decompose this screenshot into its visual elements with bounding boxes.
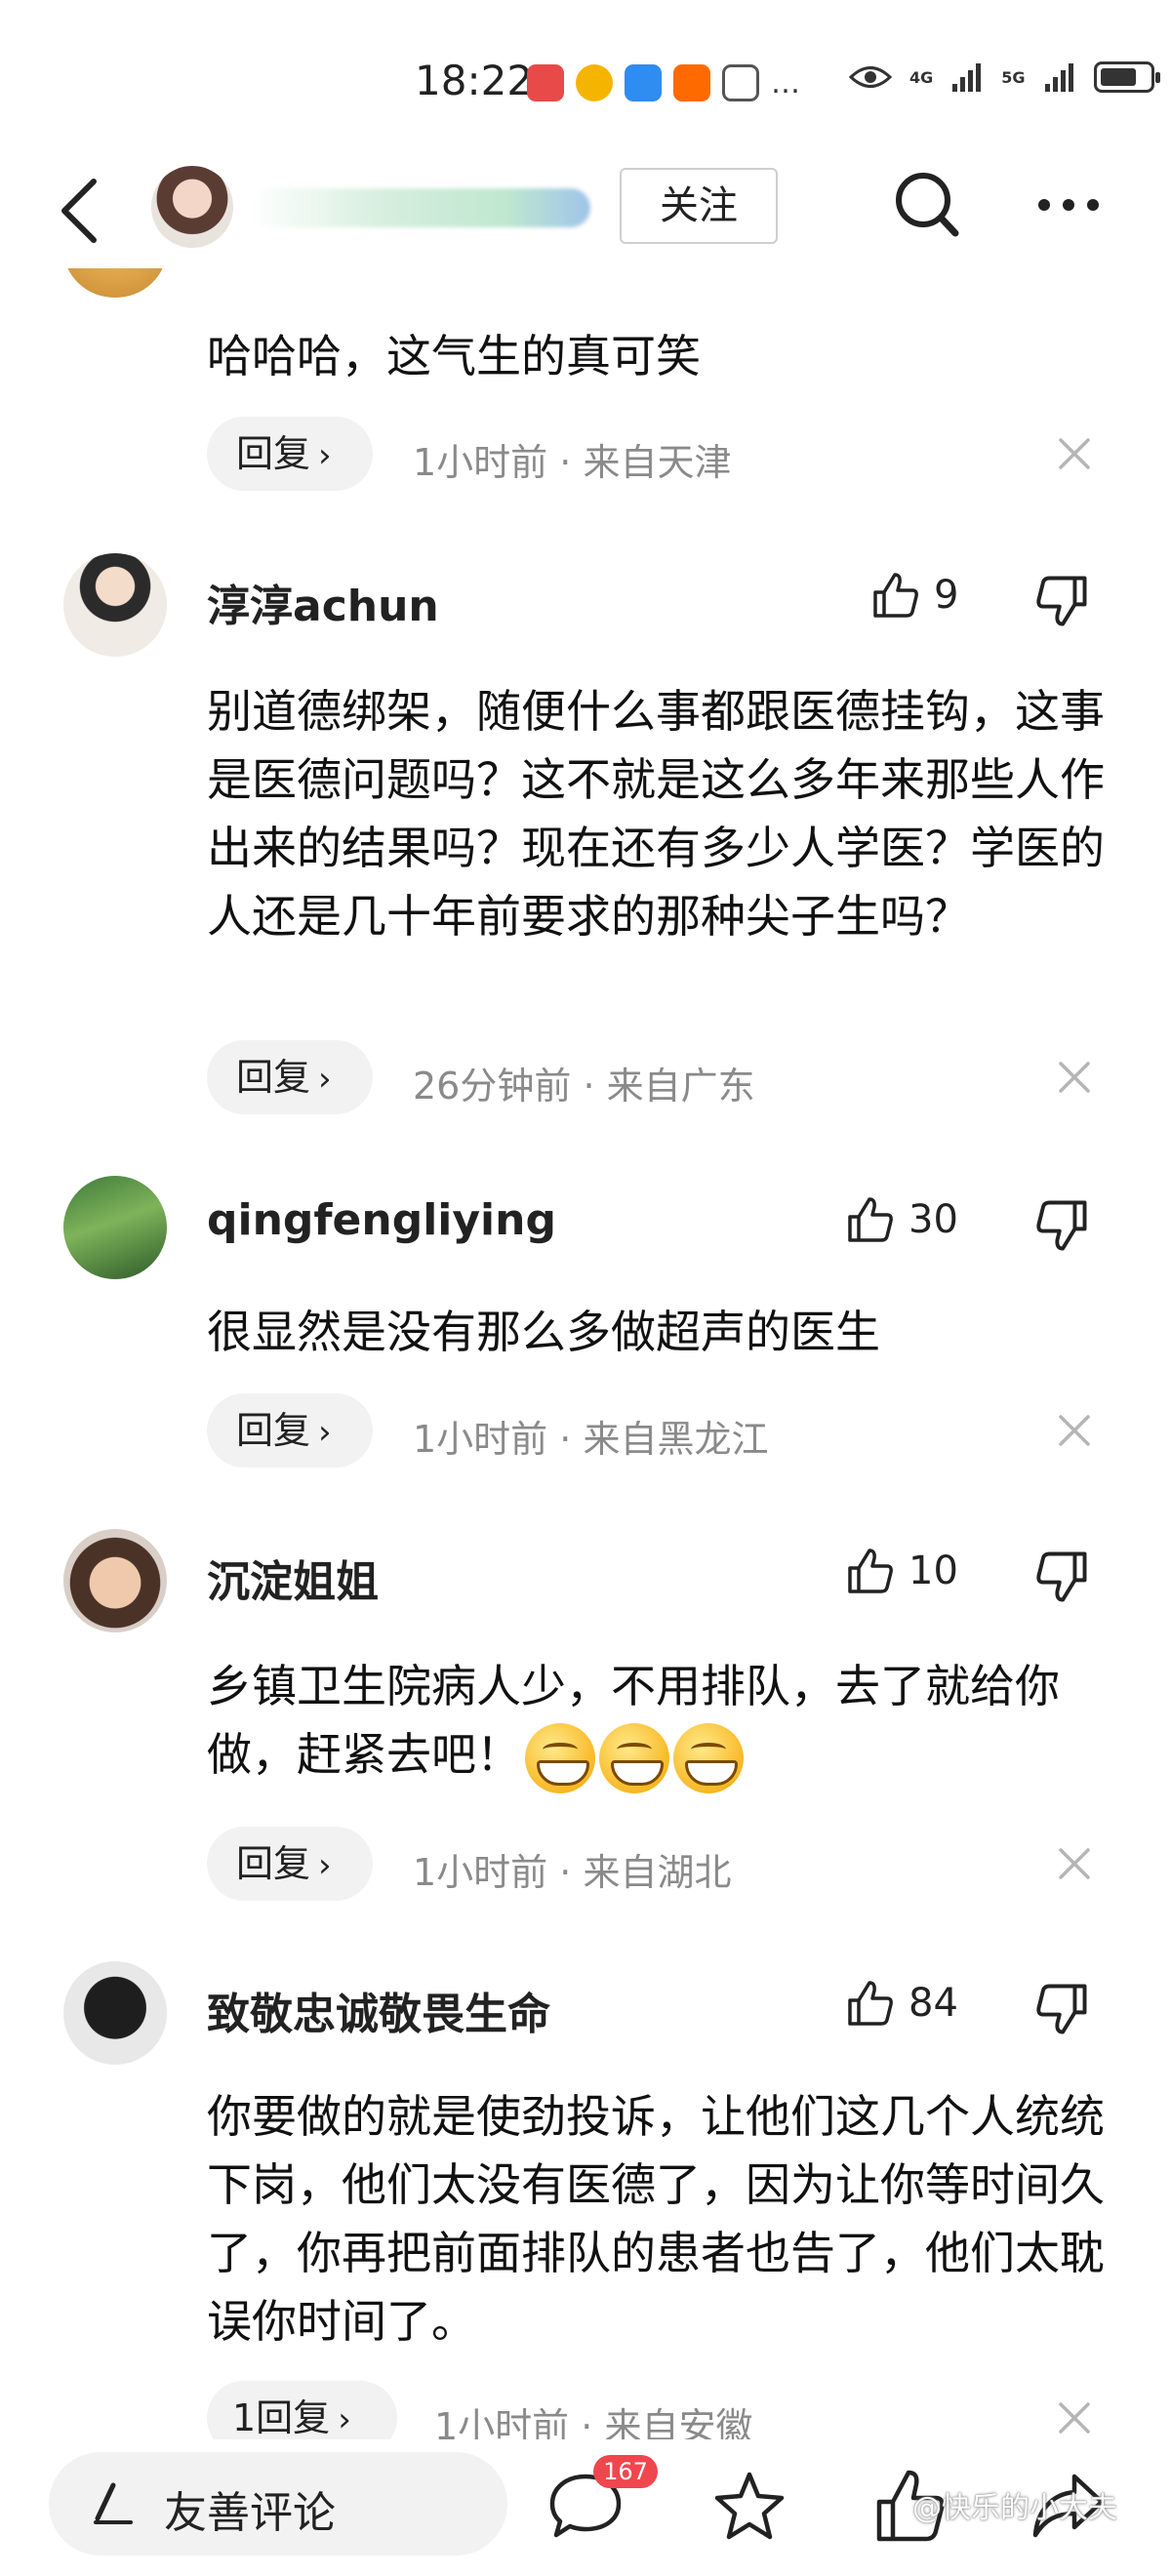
comment-input[interactable]: 友善评论	[49, 2452, 507, 2556]
thumbs-up-icon	[848, 1549, 893, 1593]
comment-author[interactable]: 沉淀姐姐	[207, 1547, 379, 1609]
system-icons: 4G 5G	[849, 60, 1160, 94]
author-avatar[interactable]	[151, 166, 233, 248]
thumbs-down-icon[interactable]	[1034, 574, 1089, 628]
chevron-right-icon: ›	[318, 1060, 332, 1099]
like-button[interactable]: 30	[846, 1195, 958, 1244]
close-icon[interactable]	[1057, 1413, 1092, 1448]
like-count: 84	[909, 1981, 958, 2026]
comment-time: 1小时前	[413, 441, 548, 484]
close-icon[interactable]	[1057, 1060, 1092, 1095]
meta-separator: ·	[547, 1851, 584, 1894]
signal-icon	[952, 63, 982, 92]
watermark: @快乐的小大夫	[912, 2491, 1117, 2525]
close-icon[interactable]	[1057, 1846, 1092, 1881]
comment-location: 来自湖北	[583, 1851, 732, 1894]
comment-author[interactable]: qingfengliying	[207, 1195, 556, 1245]
app-notification-icon	[527, 64, 564, 101]
comment-author[interactable]: 致敬忠诚敬畏生命	[207, 1979, 550, 2041]
like-count: 30	[909, 1197, 958, 1242]
comment-meta: 1小时前 · 来自天津	[413, 432, 731, 486]
pen-icon	[94, 2482, 133, 2524]
comment-text: 你要做的就是使劲投诉，让他们这几个人统统下岗，他们太没有医德了，因为让你等时间久…	[207, 2090, 1105, 2348]
comment-text: 很显然是没有那么多做超声的医生	[207, 1306, 880, 1358]
like-button[interactable]: 84	[846, 1979, 958, 2028]
thumbs-up-icon	[848, 1197, 893, 1242]
chevron-right-icon: ›	[338, 2400, 351, 2439]
reply-label: 回复	[236, 1056, 311, 1099]
like-button[interactable]: 10	[846, 1547, 958, 1595]
more-options-icon[interactable]	[1034, 185, 1103, 224]
taobao-icon	[673, 64, 710, 101]
like-count: 10	[909, 1549, 958, 1593]
comment-location: 来自天津	[583, 441, 732, 484]
thumbs-up-icon	[873, 573, 918, 618]
reply-button[interactable]: 回复 ›	[207, 1827, 373, 1901]
close-icon[interactable]	[1057, 2400, 1092, 2435]
reply-button[interactable]: 回复 ›	[207, 1040, 373, 1114]
chevron-right-icon: ›	[318, 436, 332, 475]
thumbs-down-icon[interactable]	[1034, 1982, 1089, 2036]
reply-label: 回复	[236, 1409, 311, 1452]
battery-icon	[1093, 61, 1160, 93]
more-notifications-icon: …	[771, 65, 802, 101]
signal-icon-2	[1044, 63, 1073, 92]
grin-emoji-icon	[599, 1722, 669, 1793]
comment-avatar[interactable]	[63, 1176, 167, 1279]
thumbs-up-icon	[848, 1981, 893, 2026]
reply-label: 回复	[236, 1842, 311, 1885]
eye-comfort-icon	[849, 66, 892, 88]
comment-time: 26分钟前	[413, 1065, 572, 1107]
comment-count-badge: 167	[593, 2455, 658, 2488]
follow-button[interactable]: 关注	[620, 168, 778, 244]
comment-avatar[interactable]	[63, 1961, 167, 2065]
search-icon[interactable]	[893, 168, 961, 240]
alipay-icon	[722, 64, 759, 101]
comment-author[interactable]: 淳淳achun	[207, 571, 439, 633]
reply-label: 1回复	[232, 2396, 331, 2439]
thumbs-down-icon[interactable]	[1034, 1550, 1089, 1604]
comment-meta: 1小时前 · 来自湖北	[413, 1842, 731, 1896]
like-button[interactable]: 9	[871, 571, 958, 620]
reply-button[interactable]: 回复 ›	[207, 1393, 373, 1468]
meta-separator: ·	[547, 441, 584, 484]
cloud-app-icon	[625, 64, 662, 101]
comment-location: 来自黑龙江	[583, 1418, 769, 1461]
network-4g-label: 4G	[909, 67, 934, 87]
status-time: 18:22	[415, 57, 534, 104]
comment-location: 来自广东	[606, 1065, 755, 1107]
chevron-right-icon: ›	[318, 1846, 332, 1885]
reply-label: 回复	[236, 432, 311, 475]
comment-avatar[interactable]	[63, 553, 167, 657]
comment-avatar[interactable]	[63, 1529, 167, 1632]
comment-input-placeholder: 友善评论	[164, 2488, 336, 2538]
comment-time: 1小时前	[413, 1418, 548, 1461]
comment-text: 乡镇卫生院病人少，不用排队，去了就给你做，赶紧去吧！	[207, 1652, 1105, 1793]
network-5g-label: 5G	[1001, 67, 1026, 87]
like-count: 9	[934, 573, 959, 618]
reply-button[interactable]: 回复 ›	[207, 417, 373, 491]
meta-separator: ·	[547, 1418, 584, 1461]
comment-meta: 26分钟前 · 来自广东	[413, 1056, 755, 1109]
comment-time: 1小时前	[413, 1851, 548, 1894]
back-arrow-icon[interactable]	[51, 176, 109, 246]
close-icon[interactable]	[1057, 436, 1092, 471]
status-bar: 18:22 … 4G 5G	[0, 0, 1171, 166]
chevron-right-icon: ›	[318, 1413, 332, 1452]
comment-meta: 1小时前 · 来自黑龙江	[413, 1409, 768, 1463]
author-name-blurred	[249, 188, 590, 227]
grin-emoji-icon	[673, 1722, 744, 1793]
comment-text: 别道德绑架，随便什么事都跟医德挂钩，这事是医德问题吗？这不就是这么多年来那些人作…	[207, 685, 1105, 943]
grin-emoji-icon	[525, 1722, 595, 1793]
comment-text: 哈哈哈，这气生的真可笑	[207, 330, 701, 382]
star-icon[interactable]	[710, 2467, 788, 2545]
weibo-icon	[576, 64, 613, 101]
notification-icons: …	[527, 64, 802, 101]
thumbs-down-icon[interactable]	[1034, 1198, 1089, 1253]
meta-separator: ·	[571, 1065, 607, 1107]
